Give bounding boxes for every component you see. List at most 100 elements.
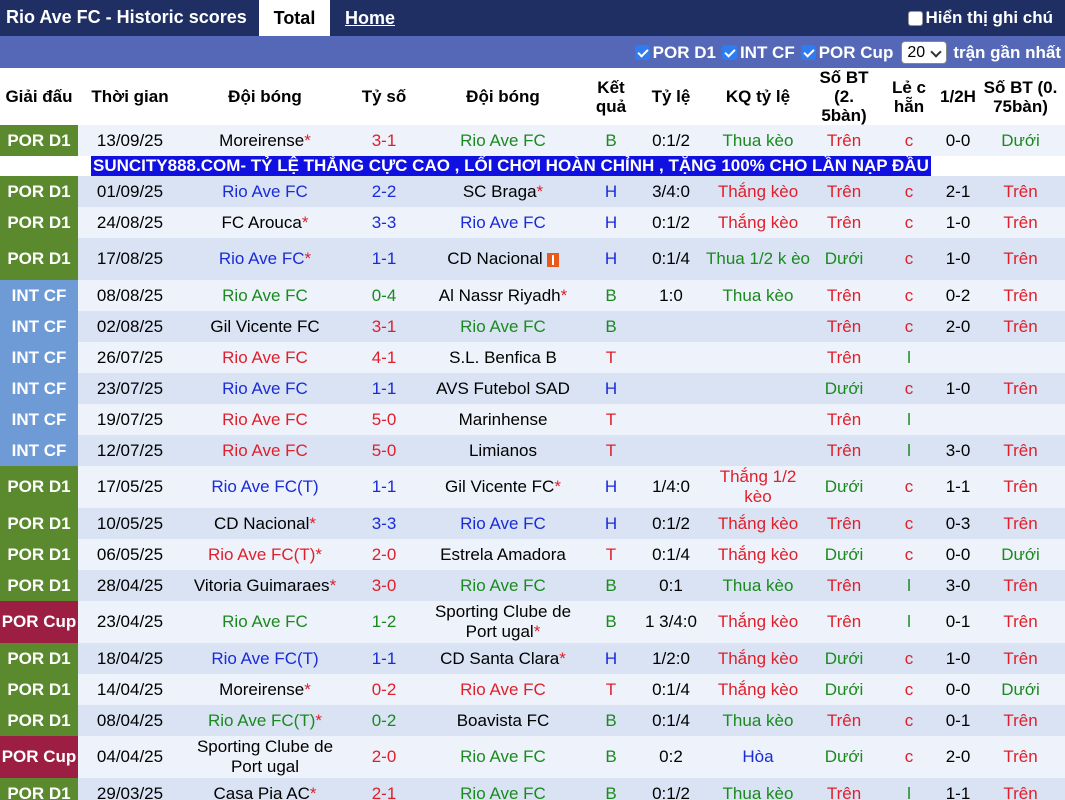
table-row[interactable]: POR D1 18/04/25 Rio Ave FC(T) 1-1 CD Santa C… [0,643,1065,674]
odd-even: c [878,643,940,674]
odd-even: c [878,125,940,156]
odds-result-text: Thua 1/2 k èo [706,249,810,268]
filter-label: INT CF [739,42,795,62]
away-team-text: Sporting Clube de Port ugal [434,602,572,641]
match-date: 04/04/25 [78,736,182,778]
away-team-text: AVS Futebol SAD [436,378,570,398]
league-badge-text: POR D1 [7,249,71,268]
half-time-score-text: 0-1 [945,710,971,730]
table-row[interactable]: POR D1 10/05/25 CD Nacional* 3-3 Rio Ave FC H… [0,508,1065,539]
away-team-text: S.L. Benfica B [449,347,557,367]
odds-text: 1:0 [659,285,683,305]
score-text: 3-0 [371,575,397,595]
away-team-text: Boavista FC [456,710,550,730]
table-row[interactable]: POR D1 29/03/25 Casa Pia AC* 2-1 Rio Ave FC B… [0,778,1065,800]
score: 3-0 [348,570,420,601]
checkbox-icon[interactable] [907,10,923,26]
table-row[interactable]: POR D1 01/09/25 Rio Ave FC 2-2 SC Braga* H 3/4… [0,176,1065,207]
away-team: Marinhense [420,404,586,435]
table-row[interactable]: INT CF 02/08/25 Gil Vicente FC 3-1 Rio Ave F… [0,311,1065,342]
home-team-text: Rio Ave FC(T) [208,710,316,730]
table-row[interactable]: INT CF 08/08/25 Rio Ave FC 0-4 Al Nassr Riya… [0,280,1065,311]
score-text: 2-1 [371,783,397,800]
goals-25: Trên [810,280,878,311]
table-row[interactable]: POR D1 28/04/25 Vitoria Guimaraes* 3-0 Rio A… [0,570,1065,601]
table-row[interactable]: INT CF 23/07/25 Rio Ave FC 1-1 AVS Futebol S… [0,373,1065,404]
odds [636,342,706,373]
table-row[interactable]: INT CF 12/07/25 Rio Ave FC 5-0 Limianos T Trên… [0,435,1065,466]
home-team: Rio Ave FC(T)* [182,539,348,570]
away-team-text: Rio Ave FC [460,575,546,595]
odds-result: Thắng kèo [706,601,810,643]
filter-por-cup[interactable]: POR Cup [800,42,894,63]
home-team: Rio Ave FC [182,601,348,643]
odd-even-text: c [904,544,914,564]
table-row[interactable]: POR D1 24/08/25 FC Arouca* 3-3 Rio Ave FC H 0:… [0,207,1065,238]
table-row[interactable]: POR Cup 23/04/25 Rio Ave FC 1-2 Sporting Clu… [0,601,1065,643]
match-count-select[interactable]: 20 [901,41,948,64]
odds-result-text: Thắng kèo [717,544,799,564]
filter-por-d1[interactable]: POR D1 [634,43,716,63]
score-text: 2-0 [371,747,397,766]
score: 1-2 [348,601,420,643]
match-date: 13/09/25 [78,125,182,156]
score-text: 0-2 [371,710,397,730]
table-row[interactable]: POR D1 13/09/25 Moreirense* 3-1 Rio Ave FC B 0… [0,125,1065,156]
away-marker: * [554,477,561,496]
match-result-text: H [604,648,618,668]
half-time-score-text: 3-0 [945,575,971,595]
col-league: Giải đấu [0,68,78,125]
league-badge: POR D1 [0,508,78,539]
table-row[interactable]: POR Cup 04/04/25 Sporting Clube de Port ug… [0,736,1065,778]
table-row[interactable]: POR D1 08/04/25 Rio Ave FC(T)* 0-2 Boavista … [0,705,1065,736]
match-date: 17/08/25 [78,238,182,280]
away-team: Rio Ave FC [420,207,586,238]
table-row[interactable]: POR D1 17/08/25 Rio Ave FC* 1-1 CD Nacional H… [0,238,1065,280]
home-team-text: Vitoria Guimaraes [193,575,330,595]
league-badge: POR D1 [0,176,78,207]
match-date-text: 12/07/25 [96,440,164,460]
match-date: 12/07/25 [78,435,182,466]
home-team: Gil Vicente FC [182,311,348,342]
ad-banner-text[interactable]: SUNCITY888.COM- TỶ LỆ THẮNG CỰC CAO , LỐ… [91,156,931,176]
odd-even: c [878,176,940,207]
goals-25-text: Trên [826,513,862,533]
tab-home[interactable]: Home [345,8,395,29]
goals-075-text: Trên [1003,783,1038,800]
away-marker: * [533,622,541,641]
table-row[interactable]: INT CF 26/07/25 Rio Ave FC 4-1 S.L. Benfica … [0,342,1065,373]
checkbox-checked-icon[interactable] [800,45,816,60]
home-marker: * [304,130,311,150]
ad-banner-row[interactable]: SUNCITY888.COM- TỶ LỆ THẮNG CỰC CAO , LỐ… [0,156,1065,176]
goals-25-text: Trên [826,181,862,201]
table-row[interactable]: POR D1 17/05/25 Rio Ave FC(T) 1-1 Gil Vicent… [0,466,1065,508]
goals-075-text: Trên [1003,378,1038,398]
odd-even-text: c [904,679,914,699]
match-result-text: T [605,409,617,429]
odd-even: c [878,466,940,508]
table-row[interactable]: POR D1 14/04/25 Moreirense* 0-2 Rio Ave FC T 0… [0,674,1065,705]
table-row[interactable]: INT CF 19/07/25 Rio Ave FC 5-0 Marinhense T Tr… [0,404,1065,435]
show-notes-toggle[interactable]: Hiển thị ghi chú [907,8,1053,28]
goals-25: Dưới [810,539,878,570]
table-row[interactable]: POR D1 06/05/25 Rio Ave FC(T)* 2-0 Estrela A… [0,539,1065,570]
checkbox-checked-icon[interactable] [721,45,737,60]
home-team-text: Sporting Clube de Port ugal [196,737,334,776]
filter-label: POR Cup [818,42,894,62]
league-badge: POR D1 [0,207,78,238]
league-badge: POR Cup [0,736,78,778]
league-badge: INT CF [0,404,78,435]
filter-int-cf[interactable]: INT CF [721,42,795,63]
tab-total[interactable]: Total [259,0,330,36]
goals-25-text: Trên [826,612,862,631]
goals-075: Trên [976,435,1065,466]
match-date-text: 26/07/25 [96,347,164,367]
goals-25-text: Dưới [824,648,864,668]
odd-even: c [878,539,940,570]
ad-banner[interactable]: SUNCITY888.COM- TỶ LỆ THẮNG CỰC CAO , LỐ… [0,156,1065,176]
home-team: Rio Ave FC [182,342,348,373]
goals-25-text: Dưới [824,249,864,268]
checkbox-checked-icon[interactable] [634,45,650,60]
odd-even: c [878,238,940,280]
home-marker: * [309,783,317,800]
